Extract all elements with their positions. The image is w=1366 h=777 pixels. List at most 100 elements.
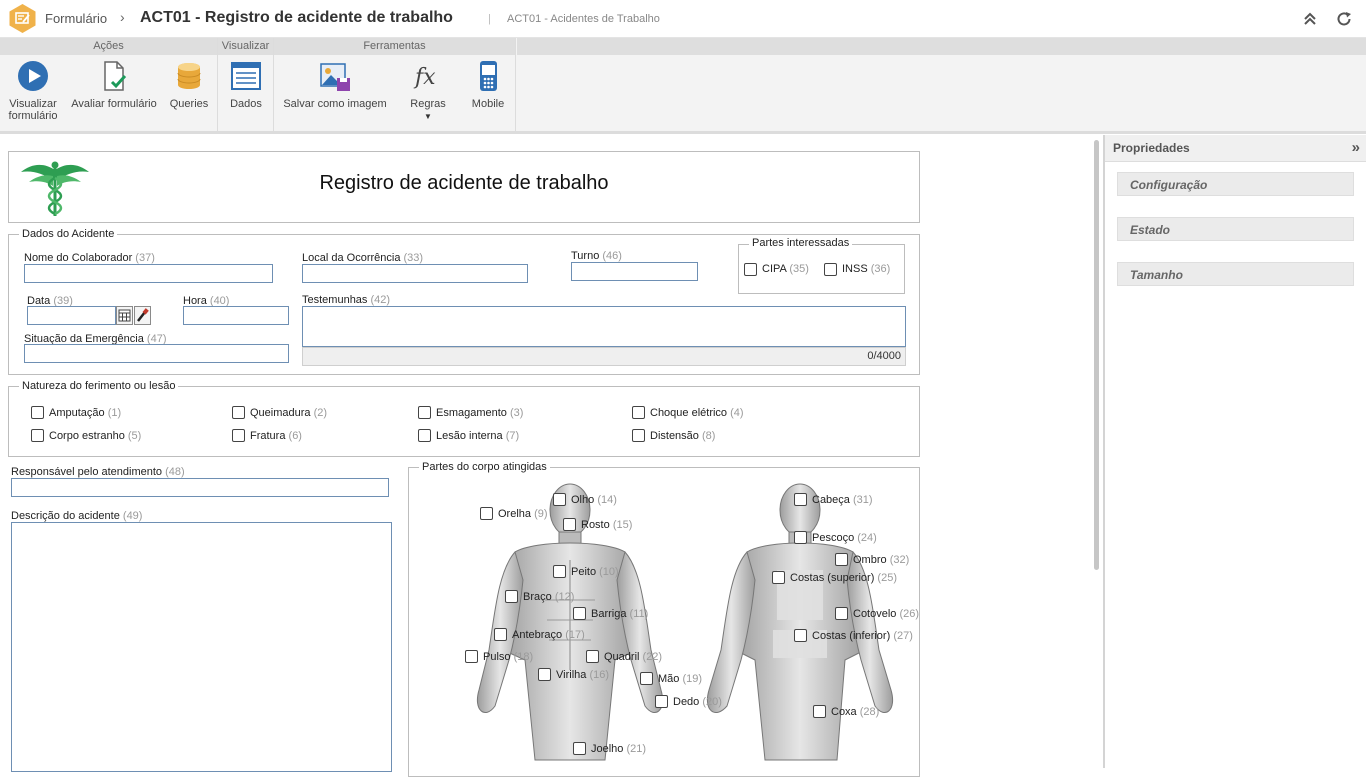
ribbon-group-title: Ações	[0, 38, 217, 55]
virilha-checkbox[interactable]	[538, 668, 551, 681]
joelho-label: Joelho (21)	[591, 743, 647, 755]
play-icon	[18, 61, 48, 91]
hora-input[interactable]	[183, 306, 289, 325]
scrollbar-thumb[interactable]	[1094, 140, 1099, 570]
olho-checkbox[interactable]	[553, 493, 566, 506]
pulso-checkbox[interactable]	[465, 650, 478, 663]
mobile-button[interactable]: Mobile	[468, 60, 508, 110]
ribbon-group-title: Visualizar	[218, 38, 273, 55]
costas-inferior-checkbox[interactable]	[794, 629, 807, 642]
testemunhas-textarea[interactable]	[302, 306, 906, 347]
configuracao-section[interactable]: Configuração	[1117, 172, 1354, 196]
rosto-checkbox[interactable]	[563, 518, 576, 531]
collapse-panel-icon[interactable]: »	[1352, 139, 1360, 156]
visualizar-formulario-button[interactable]: Visualizar formulário	[4, 60, 62, 122]
turno-input[interactable]	[571, 262, 698, 281]
amputacao-checkbox[interactable]	[31, 406, 44, 419]
queimadura-checkbox[interactable]	[232, 406, 245, 419]
function-fx-icon: fx	[413, 65, 436, 90]
braco-checkbox[interactable]	[505, 590, 518, 603]
costas-inferior-label: Costas (inferior) (27)	[812, 630, 913, 642]
fratura-checkbox[interactable]	[232, 429, 245, 442]
regras-button[interactable]: fx Regras ▼	[406, 60, 450, 123]
choque-eletrico-checkbox[interactable]	[632, 406, 645, 419]
costas-superior-label: Costas (superior) (25)	[790, 572, 897, 584]
page-subtitle: ACT01 - Acidentes de Trabalho	[507, 13, 660, 25]
esmagamento-checkbox[interactable]	[418, 406, 431, 419]
clear-brush-icon[interactable]	[134, 306, 151, 325]
local-ocorrencia-input[interactable]	[302, 264, 528, 283]
coxa-checkbox[interactable]	[813, 705, 826, 718]
ribbon-group-title: Ferramentas	[274, 38, 515, 55]
collapse-up-icon[interactable]	[1301, 10, 1319, 28]
properties-header: Propriedades »	[1105, 135, 1366, 162]
form-title-box: Registro de acidente de trabalho	[8, 151, 920, 223]
dados-acidente-legend: Dados do Acidente	[19, 228, 118, 240]
barriga-checkbox[interactable]	[573, 607, 586, 620]
refresh-icon[interactable]	[1335, 10, 1353, 28]
salvar-como-imagem-button[interactable]: Salvar como imagem	[280, 60, 390, 110]
mao-checkbox[interactable]	[640, 672, 653, 685]
breadcrumb-app[interactable]: Formulário	[45, 11, 107, 26]
responsavel-label: Responsável pelo atendimento (48)	[11, 466, 185, 478]
queimadura-label: Queimadura (2)	[250, 407, 328, 419]
body-back-image	[707, 483, 893, 761]
cabeca-checkbox[interactable]	[794, 493, 807, 506]
turno-label: Turno (46)	[571, 250, 622, 262]
inss-label: INSS (36)	[842, 263, 891, 275]
ombro-checkbox[interactable]	[835, 553, 848, 566]
calendar-icon[interactable]	[116, 306, 133, 325]
costas-superior-checkbox[interactable]	[772, 571, 785, 584]
svg-text:fx: fx	[413, 65, 436, 90]
dropdown-caret-icon[interactable]: ▼	[406, 111, 450, 123]
dedo-checkbox[interactable]	[655, 695, 668, 708]
dados-button[interactable]: Dados	[224, 60, 268, 110]
breadcrumb-chevron-icon: ›	[120, 9, 125, 25]
page-title: ACT01 - Registro de acidente de trabalho	[140, 9, 453, 26]
cabeca-label: Cabeça (31)	[812, 494, 873, 506]
local-ocorrencia-label: Local da Ocorrência (33)	[302, 252, 424, 264]
antebraco-label: Antebraço (17)	[512, 629, 585, 641]
antebraco-checkbox[interactable]	[494, 628, 507, 641]
estado-section[interactable]: Estado	[1117, 217, 1354, 241]
pulso-label: Pulso (18)	[483, 651, 534, 663]
situacao-emergencia-input[interactable]	[24, 344, 289, 363]
ribbon-empty-header	[517, 38, 1366, 55]
cotovelo-checkbox[interactable]	[835, 607, 848, 620]
descricao-textarea[interactable]	[11, 522, 392, 772]
orelha-checkbox[interactable]	[480, 507, 493, 520]
responsavel-input[interactable]	[11, 478, 389, 497]
database-icon	[177, 63, 201, 89]
virilha-label: Virilha (16)	[556, 669, 609, 681]
queries-label: Queries	[169, 98, 209, 110]
avaliar-formulario-button[interactable]: Avaliar formulário	[68, 60, 160, 110]
pescoco-checkbox[interactable]	[794, 531, 807, 544]
peito-checkbox[interactable]	[553, 565, 566, 578]
distensao-checkbox[interactable]	[632, 429, 645, 442]
natureza-ferimento-legend: Natureza do ferimento ou lesão	[19, 380, 179, 392]
natureza-ferimento-group	[8, 386, 920, 457]
corpo-estranho-checkbox[interactable]	[31, 429, 44, 442]
descricao-label: Descrição do acidente (49)	[11, 510, 143, 522]
lesao-interna-checkbox[interactable]	[418, 429, 431, 442]
tamanho-section[interactable]: Tamanho	[1117, 262, 1354, 286]
rosto-label: Rosto (15)	[581, 519, 633, 531]
joelho-checkbox[interactable]	[573, 742, 586, 755]
title-divider: |	[488, 13, 491, 25]
cipa-checkbox[interactable]	[744, 263, 757, 276]
data-window-icon	[231, 62, 261, 90]
quadril-checkbox[interactable]	[586, 650, 599, 663]
nome-colaborador-input[interactable]	[24, 264, 273, 283]
distensao-label: Distensão (8)	[650, 430, 716, 442]
cipa-label: CIPA (35)	[762, 263, 809, 275]
inss-checkbox[interactable]	[824, 263, 837, 276]
mobile-phone-icon	[480, 61, 497, 91]
nome-colaborador-label: Nome do Colaborador (37)	[24, 252, 155, 264]
olho-label: Olho (14)	[571, 494, 617, 506]
braco-label: Braço (12)	[523, 591, 575, 603]
data-input[interactable]	[27, 306, 116, 325]
testemunhas-char-counter: 0/4000	[302, 347, 906, 366]
queries-button[interactable]: Queries	[166, 60, 212, 110]
properties-panel: Propriedades » Configuração Estado Taman…	[1103, 135, 1366, 768]
corpo-estranho-label: Corpo estranho (5)	[49, 430, 142, 442]
